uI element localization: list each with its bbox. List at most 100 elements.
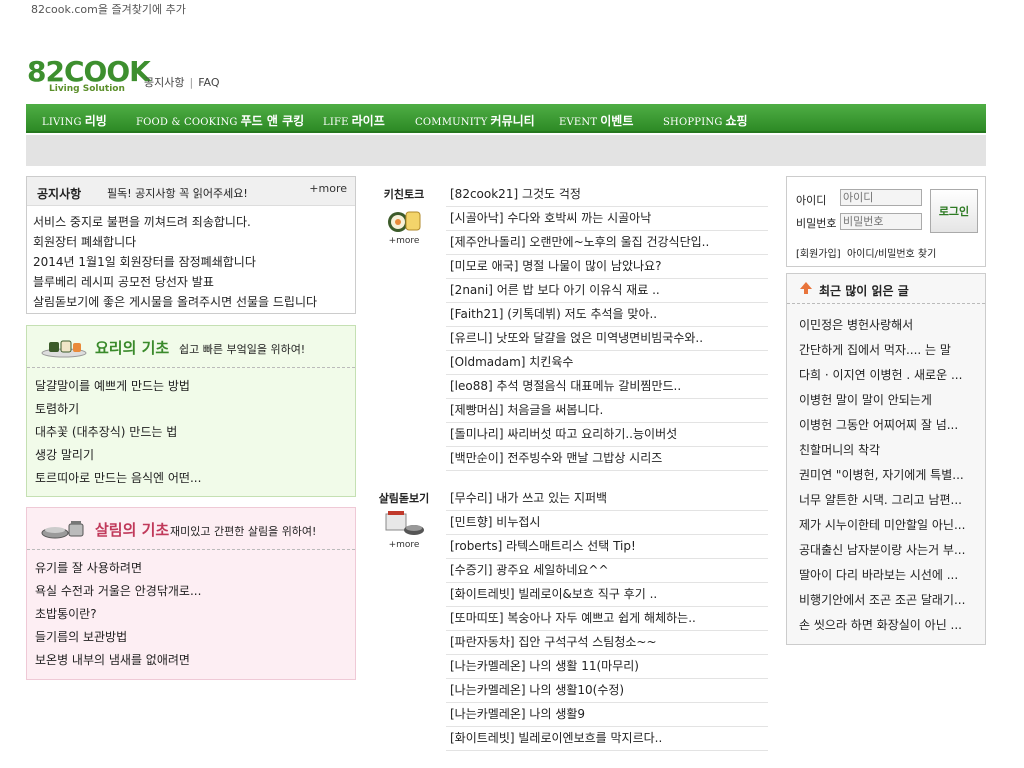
sub-nav-bar <box>26 135 986 166</box>
list-item[interactable]: 달걀말이를 예쁘게 만드는 방법 <box>35 375 355 398</box>
post-item[interactable]: [나는카멜레온] 나의 생활10(수정) <box>446 679 768 703</box>
top-links: 공지사항 | FAQ <box>144 74 220 90</box>
cooking-basics-header: 요리의 기초 쉽고 빠른 부엌일을 위하여! <box>27 326 355 368</box>
post-item[interactable]: [2nani] 어른 밥 보다 아기 이유식 재료 .. <box>446 279 768 303</box>
list-item[interactable]: 보온병 내부의 냄새를 없애려면 <box>35 649 355 672</box>
popular-item[interactable]: 이병헌 그동안 어찌어찌 잘 넘... <box>799 413 969 438</box>
nav-community[interactable]: COMMUNITY 커뮤니티 <box>415 112 535 129</box>
list-item[interactable]: 유기를 잘 사용하려면 <box>35 557 355 580</box>
housekeeping-basics-header: 살림의 기초 재미있고 간편한 살림을 위하여! <box>27 508 355 550</box>
popular-item[interactable]: 친할머니의 착각 <box>799 438 969 463</box>
popular-item[interactable]: 비행기안에서 조곤 조곤 달래기... <box>799 588 969 613</box>
separator: | <box>189 76 194 89</box>
kitchen-talk-more-link[interactable]: +more <box>374 236 434 246</box>
add-bookmark-link[interactable]: 82cook.com을 즐겨찾기에 추가 <box>31 1 186 17</box>
notice-item[interactable]: 서비스 중지로 불편을 끼쳐드려 죄송합니다. <box>33 212 355 232</box>
main-nav: LIVING 리빙 FOOD & COOKING 푸드 앤 쿠킹 LIFE 라이프 C… <box>26 104 986 133</box>
living-spot-title: 살림돋보기 <box>378 492 430 505</box>
cooking-basics-title: 요리의 기초 <box>95 339 170 357</box>
popular-posts-title: 최근 많이 읽은 글 <box>819 284 909 298</box>
notice-title: 공지사항 <box>37 187 82 201</box>
popular-item[interactable]: 간단하게 집에서 먹자.... 는 말 <box>799 338 969 363</box>
list-item[interactable]: 욕실 수전과 거울은 안경닦개로... <box>35 580 355 603</box>
post-item[interactable]: [미모로 애국] 명절 나물이 많이 남았나요? <box>446 255 768 279</box>
site-logo[interactable]: 82COOK Living Solution <box>27 58 151 95</box>
cooking-basics-subtitle: 쉽고 빠른 부엌일을 위하여! <box>179 343 306 356</box>
post-item[interactable]: [Faith21] (키톡데뷔) 저도 추석을 맞아.. <box>446 303 768 327</box>
popular-item[interactable]: 딸아이 다리 바라보는 시선에 ... <box>799 563 969 588</box>
post-item[interactable]: [무수리] 내가 쓰고 있는 지퍼백 <box>446 487 768 511</box>
notice-item[interactable]: 살림돋보기에 좋은 게시물을 올려주시면 선물을 드립니다 <box>33 292 355 312</box>
post-item[interactable]: [나는카멜레온] 나의 생활9 <box>446 703 768 727</box>
post-item[interactable]: [유르니] 낫또와 달걀을 얹은 미역냉면비빔국수와.. <box>446 327 768 351</box>
post-item[interactable]: [백만순이] 전주빙수와 맨날 그밥상 시리즈 <box>446 447 768 471</box>
kitchen-talk-posts: [82cook21] 그것도 걱정 [시골아낙] 수다와 호박씨 까는 시골아낙… <box>446 183 768 471</box>
nav-food-cooking[interactable]: FOOD & COOKING 푸드 앤 쿠킹 <box>136 112 304 129</box>
popular-posts-list: 이민정은 병헌사랑해서 간단하게 집에서 먹자.... 는 말 다희 · 이지연… <box>787 304 985 638</box>
living-spot-label[interactable]: 살림돋보기 +more <box>374 490 434 550</box>
list-item[interactable]: 토르띠아로 만드는 음식엔 어떤... <box>35 467 355 490</box>
up-arrow-icon <box>800 282 812 294</box>
post-item[interactable]: [Oldmadam] 치킨육수 <box>446 351 768 375</box>
post-item[interactable]: [82cook21] 그것도 걱정 <box>446 183 768 207</box>
popular-item[interactable]: 다희 · 이지연 이병헌 . 새로운 ... <box>799 363 969 388</box>
housekeeping-basics-title: 살림의 기초 <box>95 521 170 539</box>
notice-box: 공지사항 필독! 공지사항 꼭 읽어주세요! +more 서비스 중지로 불편을… <box>26 176 356 314</box>
list-item[interactable]: 대추꽃 (대추장식) 만드는 법 <box>35 421 355 444</box>
notice-header: 공지사항 필독! 공지사항 꼭 읽어주세요! +more <box>27 177 355 206</box>
post-item[interactable]: [제주안나돌리] 오랜만에~노후의 울집 건강식단입.. <box>446 231 768 255</box>
signup-link[interactable]: [회원가입] <box>796 249 841 260</box>
list-item[interactable]: 생강 말리기 <box>35 444 355 467</box>
faq-link[interactable]: FAQ <box>198 76 219 89</box>
popular-item[interactable]: 너무 얄튼한 시댁. 그리고 남편... <box>799 488 969 513</box>
sushi-roll-icon <box>388 211 421 232</box>
notice-item[interactable]: 2014년 1월1일 회원장터를 잠정폐쇄합니다 <box>33 252 355 272</box>
nav-living[interactable]: LIVING 리빙 <box>42 112 107 129</box>
list-item[interactable]: 들기름의 보관방법 <box>35 626 355 649</box>
nav-life[interactable]: LIFE 라이프 <box>323 112 385 129</box>
notice-list: 서비스 중지로 불편을 끼쳐드려 죄송합니다. 회원장터 폐쇄합니다 2014년… <box>27 206 355 312</box>
post-item[interactable]: [화이트레빗] 빌레로이엔보흐를 막지르다.. <box>446 727 768 751</box>
notice-link[interactable]: 공지사항 <box>144 76 184 89</box>
notice-subtitle: 필독! 공지사항 꼭 읽어주세요! <box>107 187 248 200</box>
kitchen-talk-label[interactable]: 키친토크 +more <box>374 186 434 246</box>
nav-shopping[interactable]: SHOPPING 쇼핑 <box>663 112 748 129</box>
cooking-basics-list: 달걀말이를 예쁘게 만드는 방법 토렴하기 대추꽃 (대추장식) 만드는 법 생… <box>27 368 355 490</box>
notice-item[interactable]: 블루베리 레시피 공모전 당선자 발표 <box>33 272 355 292</box>
post-item[interactable]: [시골아낙] 수다와 호박씨 까는 시골아낙 <box>446 207 768 231</box>
logo-subtitle: Living Solution <box>49 84 125 94</box>
post-item[interactable]: [나는카멜레온] 나의 생활 11(마무리) <box>446 655 768 679</box>
post-item[interactable]: [leo88] 추석 명절음식 대표메뉴 갈비찜만드.. <box>446 375 768 399</box>
popular-item[interactable]: 이민정은 병헌사랑해서 <box>799 313 969 338</box>
notice-more-link[interactable]: +more <box>309 182 347 195</box>
password-input[interactable] <box>840 213 922 230</box>
login-box: 아이디 비밀번호 로그인 [회원가입] 아이디/비밀번호 찾기 <box>786 176 986 267</box>
post-item[interactable]: [화이트레빗] 빌레로이&보흐 직구 후기 .. <box>446 583 768 607</box>
post-item[interactable]: [민트향] 비누접시 <box>446 511 768 535</box>
popular-posts-box: 최근 많이 읽은 글 이민정은 병헌사랑해서 간단하게 집에서 먹자.... 는… <box>786 273 986 645</box>
popular-item[interactable]: 공대출신 남자분이랑 사는거 부... <box>799 538 969 563</box>
popular-item[interactable]: 권미연 "이병헌, 자기에게 특별... <box>799 463 969 488</box>
nav-event[interactable]: EVENT 이벤트 <box>559 112 633 129</box>
find-account-link[interactable]: 아이디/비밀번호 찾기 <box>847 249 936 260</box>
list-item[interactable]: 토렴하기 <box>35 398 355 421</box>
post-item[interactable]: [파란자동차] 집안 구석구석 스팀청소~~ <box>446 631 768 655</box>
popular-item[interactable]: 손 씻으라 하면 화장실이 아닌 ... <box>799 613 969 638</box>
post-item[interactable]: [돌미나리] 싸리버섯 따고 요리하기..능이버섯 <box>446 423 768 447</box>
post-item[interactable]: [또마띠또] 복숭아나 자두 예쁘고 쉽게 해체하는.. <box>446 607 768 631</box>
post-item[interactable]: [수증기] 광주요 세일하네요^^ <box>446 559 768 583</box>
cooking-basics-box: 요리의 기초 쉽고 빠른 부엌일을 위하여! 달걀말이를 예쁘게 만드는 방법 … <box>26 325 356 497</box>
id-input[interactable] <box>840 189 922 206</box>
login-links: [회원가입] 아이디/비밀번호 찾기 <box>796 245 936 260</box>
living-spot-posts: [무수리] 내가 쓰고 있는 지퍼백 [민트향] 비누접시 [roberts] … <box>446 487 768 751</box>
living-spot-more-link[interactable]: +more <box>374 540 434 550</box>
post-item[interactable]: [제빵머심] 처음글을 써봅니다. <box>446 399 768 423</box>
list-item[interactable]: 초밥통이란? <box>35 603 355 626</box>
notice-item[interactable]: 회원장터 폐쇄합니다 <box>33 232 355 252</box>
post-item[interactable]: [roberts] 라텍스매트리스 선택 Tip! <box>446 535 768 559</box>
login-button[interactable]: 로그인 <box>930 189 978 233</box>
popular-posts-header: 최근 많이 읽은 글 <box>787 274 985 304</box>
popular-item[interactable]: 이병헌 말이 말이 안되는게 <box>799 388 969 413</box>
id-label: 아이디 <box>796 194 827 207</box>
popular-item[interactable]: 제가 시누이한테 미안할일 아닌... <box>799 513 969 538</box>
